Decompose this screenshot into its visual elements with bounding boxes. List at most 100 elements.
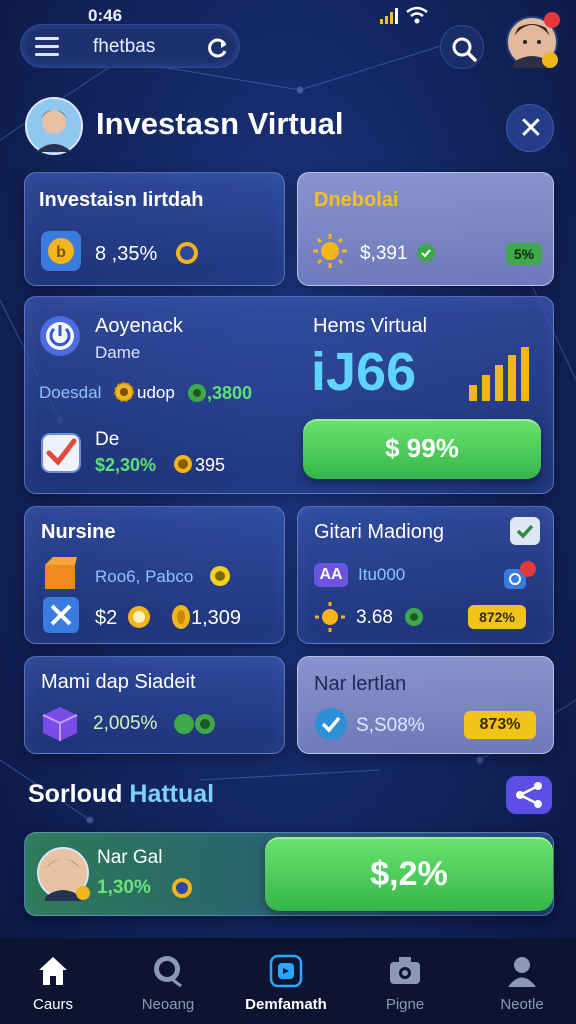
share-button[interactable] <box>506 776 552 814</box>
mamidap-card[interactable]: Mami dap Siadeit 2,005% <box>24 656 285 754</box>
bottom-navigation: Caurs Neoang Demfamath Pigne Neotle <box>0 938 576 1024</box>
camera-icon <box>390 957 420 984</box>
notification-icon[interactable] <box>504 559 540 591</box>
nav-label: Caurs <box>32 996 73 1013</box>
status-time: 0:46 <box>88 6 123 25</box>
avatar <box>37 847 90 901</box>
investasi-card[interactable]: Investaisn Iirtdah b 8 ,35% <box>24 172 285 286</box>
card-amount: 1,309 <box>191 607 242 629</box>
card-title: Investaisn Iirtdah <box>39 189 204 211</box>
section-title-part2: Hattual <box>129 780 215 808</box>
search-bar[interactable]: fhetbas <box>20 24 240 68</box>
check-value: $2,30% <box>95 455 157 475</box>
card-value: 8 ,35% <box>95 243 158 265</box>
coin-icon <box>128 606 150 628</box>
ad-badge: AA <box>314 563 348 587</box>
home-icon <box>39 957 67 985</box>
wifi-icon <box>406 6 428 24</box>
wallet-icon <box>269 954 303 988</box>
checkbox-icon[interactable] <box>41 433 81 473</box>
bar-chart-icon <box>469 347 529 401</box>
check-button[interactable] <box>510 517 540 545</box>
nar-card[interactable]: Nar lertlan S,S08% 873% <box>297 656 554 754</box>
search-icon <box>452 37 477 62</box>
card-title: Dnebolai <box>314 189 399 211</box>
power-icon <box>40 316 80 356</box>
percent-badge: 873% <box>464 711 536 739</box>
row-mid: udop <box>137 383 175 402</box>
gear-icon <box>114 382 134 402</box>
coin-icon <box>210 566 230 586</box>
nav-item-profile[interactable]: Neotle <box>472 938 572 1024</box>
card-value: 2,005% <box>93 713 158 734</box>
close-button[interactable]: ✕ <box>506 104 554 152</box>
coin-icon <box>188 384 206 402</box>
nav-item-chat[interactable]: Neoang <box>118 938 218 1024</box>
profile-avatar <box>25 97 83 155</box>
coin-icon <box>405 608 423 626</box>
status-bar: 0:46 <box>0 4 576 26</box>
featured-button[interactable]: $,2% <box>265 837 553 911</box>
refresh-icon[interactable] <box>207 37 229 59</box>
search-text: fhetbas <box>93 36 156 57</box>
percent-badge: 5% <box>506 243 542 265</box>
chat-search-icon <box>154 956 182 988</box>
tools-icon <box>43 597 79 633</box>
section-title: Sorloud Hattual <box>28 780 214 809</box>
dnebolai-card[interactable]: Dnebolai $,391 5% <box>297 172 554 286</box>
featured-button-label: $,2% <box>370 855 448 893</box>
big-number: iJ66 <box>311 342 417 402</box>
card-value: 3.68 <box>356 607 393 628</box>
coin-icon <box>174 455 192 473</box>
check-icon <box>516 524 534 539</box>
card-line: Itu000 <box>358 565 406 584</box>
nav-item-home[interactable]: Caurs <box>3 938 103 1024</box>
card-value: $,391 <box>360 243 408 264</box>
profile-icon <box>508 957 536 987</box>
card-title: Nursine <box>41 521 116 543</box>
gitari-card[interactable]: Gitari Madiong AA Itu000 3.68 872% <box>297 506 554 644</box>
cube-icon <box>42 707 78 741</box>
coin-stack-icon <box>172 605 190 629</box>
nav-item-wallet[interactable]: Demfamath <box>236 938 336 1024</box>
menu-icon[interactable] <box>35 37 59 57</box>
card-amount: $2 <box>95 607 118 629</box>
featured-name: Nar Gal <box>97 847 163 868</box>
nav-label: Pigne <box>385 996 425 1013</box>
card-title: Gitari Madiong <box>314 521 445 543</box>
check-extra: 395 <box>195 455 226 475</box>
card-line: Roo6, Pabco <box>95 567 194 586</box>
check-circle-icon <box>417 244 435 262</box>
search-button[interactable] <box>440 25 484 69</box>
page-title: Investasn Virtual <box>96 106 344 141</box>
row-label: Doesdal <box>39 383 102 402</box>
percent-button[interactable]: $ 99% <box>303 419 541 479</box>
virtual-title: Hems Virtual <box>313 315 428 337</box>
coin-icon <box>172 878 192 898</box>
percent-badge: 872% <box>468 605 526 629</box>
nav-label: Neotle <box>500 996 544 1013</box>
nursing-card[interactable]: Nursine Roo6, Pabco $2 1,309 <box>24 506 285 644</box>
svg-text:b: b <box>56 244 66 261</box>
section-title-part1: Sorloud <box>28 780 123 808</box>
card-title: Mami dap Siadeit <box>41 671 196 693</box>
avatar[interactable] <box>506 12 562 68</box>
account-name: Aoyenack <box>95 315 183 337</box>
card-value: S,S08% <box>356 715 425 736</box>
portfolio-card[interactable]: Aoyenack Dame Doesdal udop ,3800 De $2,3… <box>24 296 554 494</box>
close-icon: ✕ <box>518 112 544 145</box>
nav-label: Demfamath <box>245 996 327 1013</box>
box-icon <box>45 557 77 589</box>
account-sub: Dame <box>95 343 141 362</box>
coin-pair-icon <box>174 714 215 734</box>
coin-app-icon: b <box>41 231 81 271</box>
coin-icon <box>176 242 198 264</box>
signal-icon <box>380 8 398 24</box>
check-label: De <box>95 429 120 450</box>
row-value: ,3800 <box>207 383 253 403</box>
featured-value: 1,30% <box>97 877 151 898</box>
card-title: Nar lertlan <box>314 673 407 695</box>
nav-item-camera[interactable]: Pigne <box>355 938 455 1024</box>
share-icon <box>516 782 542 808</box>
featured-card[interactable]: Nar Gal 1,30% $,2% <box>24 832 554 916</box>
